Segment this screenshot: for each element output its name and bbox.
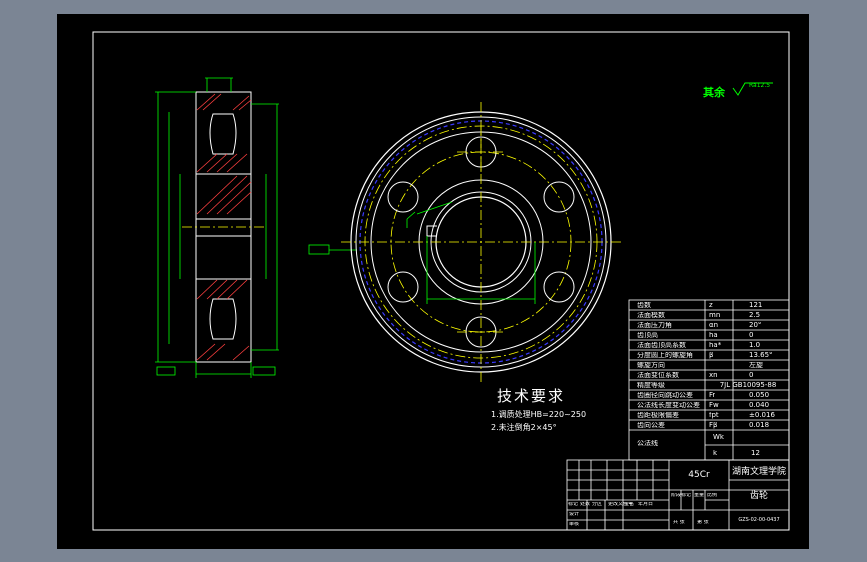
roughness-label: 其余 [703, 86, 725, 99]
gear-front-view [341, 102, 621, 382]
front-dimensions [406, 201, 536, 304]
drawing-sheet: 其余 Ra12.5 技术要求 1.调质处理HB=220~250 2.未注倒角2×… [57, 14, 809, 549]
roughness-value: Ra12.5 [749, 82, 771, 89]
tech-note-item: 2.未注倒角2×45° [491, 423, 557, 432]
title-block-labels: 标记 处数 分区 更改文件号 签名 年月日 设计 审核 阶段标记 重量 比例 共… [568, 493, 718, 527]
tech-note-item: 1.调质处理HB=220~250 [491, 410, 587, 419]
section-dimensions [155, 77, 357, 378]
param-table: 齿数 z 121 法面模数 mn 2.5 法面压力角 αn 20° 齿顶高 ha 0 法面齿顶高… [637, 302, 777, 457]
tech-notes-title: 技术要求 [497, 387, 566, 405]
front-center-lines [341, 102, 621, 382]
gear-section-view [155, 77, 357, 378]
